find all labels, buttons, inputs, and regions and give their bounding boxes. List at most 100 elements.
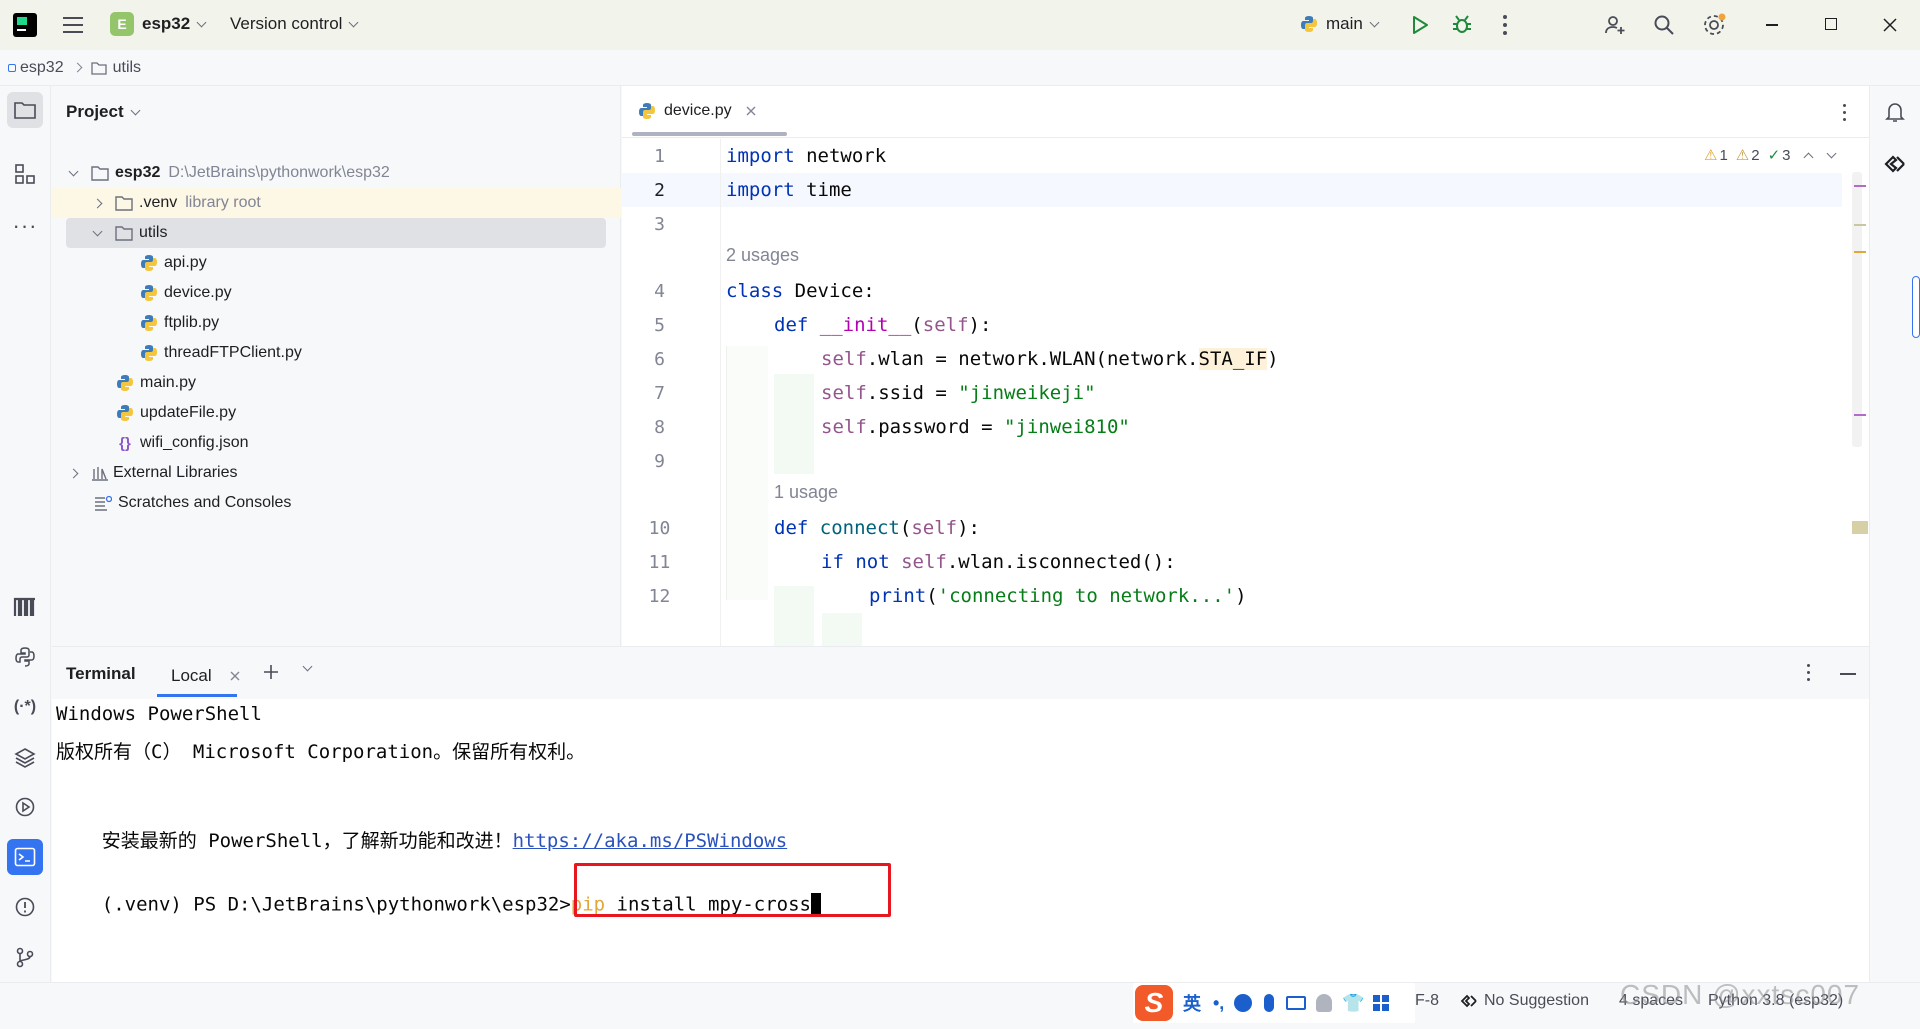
add-user-icon[interactable] xyxy=(1603,13,1627,37)
endpoints-button[interactable]: (·*) xyxy=(7,689,43,725)
chevron-down-icon[interactable] xyxy=(302,661,313,672)
project-panel-header[interactable]: Project xyxy=(66,102,141,122)
editor-tab-device-py[interactable]: device.py xyxy=(638,102,756,120)
chevron-down-icon xyxy=(349,17,359,27)
error-stripe-mark[interactable] xyxy=(1854,224,1866,226)
tab-close-icon[interactable] xyxy=(230,671,240,681)
close-icon[interactable] xyxy=(1883,18,1897,32)
python-console-button[interactable] xyxy=(7,639,43,675)
structure-tool-button[interactable] xyxy=(7,156,43,192)
tree-item-utils[interactable]: utils xyxy=(66,218,606,248)
tree-item-threadftpclient-py[interactable]: threadFTPClient.py xyxy=(140,338,302,368)
tree-item-device-py[interactable]: device.py xyxy=(140,278,232,308)
user-icon[interactable] xyxy=(1316,994,1333,1012)
code-line-1[interactable]: 1 import network xyxy=(622,139,1842,173)
minimize-icon[interactable] xyxy=(1766,24,1778,26)
side-scroll-indicator[interactable] xyxy=(1912,276,1920,338)
tree-item-detail: library root xyxy=(185,194,261,211)
git-button[interactable] xyxy=(7,939,43,975)
code-line-8[interactable]: 8 self.password = "jinwei810" xyxy=(622,410,1842,444)
tree-item-wifi-config-json[interactable]: {} wifi_config.json xyxy=(116,428,249,458)
code-line-7[interactable]: 7 self.ssid = "jinweikeji" xyxy=(622,376,1842,410)
terminal-link[interactable]: https://aka.ms/PSWindows xyxy=(513,830,788,852)
pycharm-logo-icon[interactable] xyxy=(13,13,37,37)
notifications-bell-icon[interactable] xyxy=(1884,100,1906,124)
ime-language-label[interactable]: 英 xyxy=(1183,990,1201,1016)
line-number: 12 xyxy=(648,585,671,607)
editor-tab-label: device.py xyxy=(664,102,732,119)
code-text: class Device: xyxy=(726,280,875,302)
terminal-options-icon[interactable] xyxy=(1807,664,1811,682)
more-tools-button[interactable]: ··· xyxy=(7,208,43,244)
editor-options-icon[interactable] xyxy=(1843,104,1847,122)
debug-icon[interactable] xyxy=(1451,13,1473,35)
emoji-icon[interactable] xyxy=(1234,994,1253,1012)
error-stripe-mark[interactable] xyxy=(1852,521,1868,534)
code-line-11[interactable]: 11 if not self.wlan.isconnected(): xyxy=(622,545,1842,579)
punctuation-icon[interactable]: •, xyxy=(1213,993,1224,1014)
project-tool-button[interactable] xyxy=(7,92,43,128)
code-text: self.wlan = network.WLAN(network.STA_IF) xyxy=(821,348,1279,370)
line-number: 6 xyxy=(654,348,665,370)
tree-item-api-py[interactable]: api.py xyxy=(140,248,207,278)
usages-hint[interactable]: 2 usages xyxy=(726,245,799,266)
usages-hint[interactable]: 1 usage xyxy=(774,482,838,503)
restore-icon[interactable] xyxy=(1825,18,1837,30)
microphone-icon[interactable] xyxy=(1264,994,1275,1012)
tree-item-scratches[interactable]: Scratches and Consoles xyxy=(94,488,291,518)
breadcrumb-item-utils[interactable]: utils xyxy=(113,59,141,77)
tree-item-esp32[interactable]: esp32 D:\JetBrains\pythonwork\esp32 xyxy=(52,158,621,188)
terminal-tab-label: Local xyxy=(171,666,212,685)
problems-button[interactable] xyxy=(7,889,43,925)
new-tab-plus-icon[interactable] xyxy=(262,663,280,681)
indent-guide xyxy=(822,613,862,646)
toolbox-grid-icon[interactable] xyxy=(1372,995,1389,1011)
code-line-6[interactable]: 6 self.wlan = network.WLAN(network.STA_I… xyxy=(622,342,1842,376)
keyboard-icon[interactable] xyxy=(1286,996,1307,1010)
project-switcher[interactable]: E esp32 xyxy=(110,12,207,36)
vcs-widget[interactable]: Version control xyxy=(230,14,359,34)
tree-item-venv[interactable]: .venv library root xyxy=(52,188,621,218)
code-line-12[interactable]: 12 print('connecting to network...') xyxy=(622,579,1842,613)
error-stripe-mark[interactable] xyxy=(1854,185,1866,187)
code-line-3[interactable]: 3 xyxy=(622,207,1842,241)
run-icon[interactable] xyxy=(1410,14,1430,36)
ai-assistant-icon[interactable] xyxy=(1883,152,1907,176)
ime-toolbar[interactable]: S 英 •, 👕 xyxy=(1133,983,1415,1023)
terminal-tab-local[interactable]: Local xyxy=(157,657,254,695)
breadcrumb-item-esp32[interactable]: esp32 xyxy=(20,59,64,77)
skin-shirt-icon[interactable]: 👕 xyxy=(1342,993,1364,1014)
more-horizontal-icon: ··· xyxy=(12,213,38,238)
vcs-label: Version control xyxy=(230,14,343,33)
chevron-right-icon xyxy=(68,468,79,478)
search-icon[interactable] xyxy=(1652,13,1676,37)
tab-close-icon[interactable] xyxy=(746,106,756,116)
terminal-tool-button[interactable] xyxy=(7,839,43,875)
run-config-selector[interactable]: main xyxy=(1300,14,1380,34)
more-actions-icon[interactable] xyxy=(1503,15,1507,35)
services-button[interactable] xyxy=(7,789,43,825)
hide-panel-icon[interactable] xyxy=(1840,673,1856,675)
tree-item-external-libraries[interactable]: External Libraries xyxy=(52,458,238,488)
error-stripe-mark[interactable] xyxy=(1854,251,1866,253)
code-line-2[interactable]: 2 import time xyxy=(622,173,1842,207)
suggestion-widget[interactable]: No Suggestion xyxy=(1460,992,1589,1010)
main-menu-icon[interactable] xyxy=(63,15,83,33)
python-packages-button[interactable] xyxy=(7,589,43,625)
tree-item-label: wifi_config.json xyxy=(140,434,249,451)
encoding-widget[interactable]: F-8 xyxy=(1415,992,1439,1010)
code-line-5[interactable]: 5 def __init__(self): xyxy=(622,308,1842,342)
editor-scrollbar[interactable] xyxy=(1852,172,1862,447)
tree-item-main-py[interactable]: main.py xyxy=(116,368,196,398)
code-line-10[interactable]: 10 def connect(self): xyxy=(622,511,1842,545)
line-number: 8 xyxy=(654,416,665,438)
code-line-9[interactable]: 9 xyxy=(622,444,1842,478)
left-tool-strip: ··· (·*) xyxy=(0,86,51,982)
tree-item-ftplib-py[interactable]: ftplib.py xyxy=(140,308,219,338)
settings-gear-icon[interactable] xyxy=(1701,12,1727,38)
layers-button[interactable] xyxy=(7,739,43,775)
code-line-4[interactable]: 4 class Device: xyxy=(622,274,1842,308)
python-file-icon xyxy=(639,103,655,119)
tree-item-updatefile-py[interactable]: updateFile.py xyxy=(116,398,236,428)
error-stripe-mark[interactable] xyxy=(1854,414,1866,416)
